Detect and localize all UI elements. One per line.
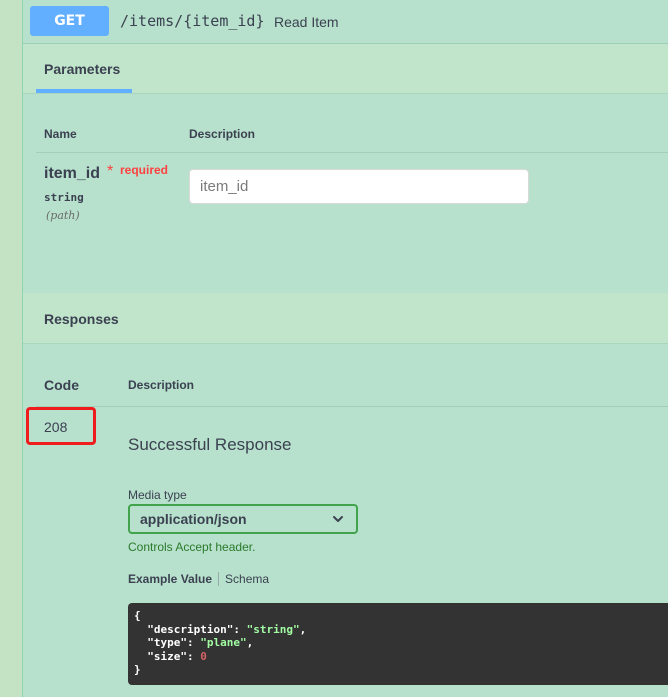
code-close-brace: }	[134, 663, 141, 676]
responses-header: Responses	[23, 293, 668, 344]
required-label: required	[120, 163, 169, 177]
required-star: *	[107, 163, 114, 180]
example-tabs: Example Value Schema	[128, 572, 269, 586]
endpoint-path: /items/{item_id}	[120, 12, 265, 30]
table-divider	[36, 406, 668, 407]
operation-summary[interactable]: GET /items/{item_id} Read Item	[23, 0, 668, 44]
param-type: string	[44, 191, 84, 204]
operation-block: GET /items/{item_id} Read Item Parameter…	[22, 0, 668, 697]
responses-title: Responses	[44, 311, 119, 327]
param-location: (path)	[46, 209, 80, 222]
column-code-header: Code	[44, 377, 79, 393]
tab-example-value[interactable]: Example Value	[128, 572, 212, 586]
example-code-block: { "description": "string", "type": "plan…	[128, 603, 668, 685]
controls-accept-note: Controls Accept header.	[128, 540, 256, 554]
table-divider	[36, 152, 668, 153]
tab-parameters[interactable]: Parameters	[44, 61, 120, 77]
code-open-brace: {	[134, 609, 141, 622]
param-name: item_id	[44, 165, 101, 182]
tab-active-indicator	[36, 89, 132, 93]
item-id-input[interactable]	[189, 169, 529, 204]
media-type-select[interactable]: application/json	[128, 504, 358, 534]
code-line: "size": 0	[147, 649, 207, 663]
chevron-down-icon	[333, 516, 343, 522]
tab-separator	[218, 572, 220, 586]
response-description: Successful Response	[128, 435, 292, 454]
tab-schema[interactable]: Schema	[225, 572, 269, 586]
code-line: "type": "plane",	[147, 636, 254, 649]
highlight-box	[26, 407, 96, 445]
column-response-description-header: Description	[128, 378, 195, 392]
media-type-value: application/json	[140, 511, 247, 527]
endpoint-summary: Read Item	[274, 14, 339, 30]
method-badge: GET	[30, 6, 109, 36]
code-line: "description": "string",	[147, 622, 307, 636]
parameters-header: Parameters	[23, 44, 668, 94]
column-name-header: Name	[44, 127, 77, 141]
media-type-label: Media type	[128, 488, 187, 502]
column-description-header: Description	[189, 127, 256, 141]
